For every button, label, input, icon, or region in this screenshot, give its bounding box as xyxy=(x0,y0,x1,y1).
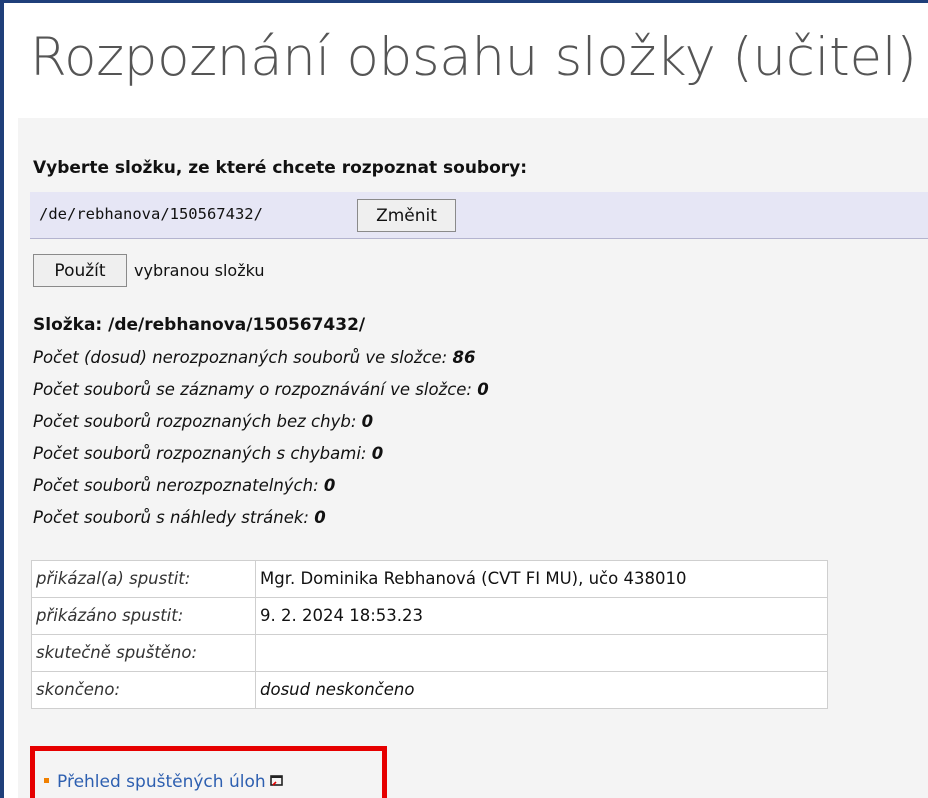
stat-label: Počet souborů s náhledy stránek: xyxy=(33,508,309,527)
table-row: skutečně spuštěno: xyxy=(31,634,828,672)
job-info-table: přikázal(a) spustit: Mgr. Dominika Rebha… xyxy=(31,560,828,709)
job-value-scheduled: 9. 2. 2024 18:53.23 xyxy=(255,597,828,635)
overview-link-item: Přehled spuštěných úloh xyxy=(44,771,284,793)
use-folder-suffix: vybranou složku xyxy=(134,261,265,280)
stat-value: 0 xyxy=(361,412,374,431)
bullet-icon xyxy=(44,777,49,783)
stat-with-records: Počet souborů se záznamy o rozpoznávání … xyxy=(33,378,489,410)
stat-value: 0 xyxy=(314,508,326,527)
external-link-icon[interactable] xyxy=(269,770,284,792)
stat-label: Počet souborů nerozpoznatelných: xyxy=(33,476,319,495)
job-label-started: skutečně spuštěno: xyxy=(31,634,256,672)
stat-value: 86 xyxy=(452,348,476,367)
stat-label: Počet souborů rozpoznaných bez chyb: xyxy=(33,412,357,431)
folder-heading: Složka: /de/rebhanova/150567432/ xyxy=(33,315,366,335)
stat-label: Počet (dosud) nerozpoznaných souborů ve … xyxy=(33,348,448,367)
job-label-scheduled: přikázáno spustit: xyxy=(31,597,256,635)
table-row: přikázal(a) spustit: Mgr. Dominika Rebha… xyxy=(31,560,828,598)
stat-value: 0 xyxy=(477,380,489,399)
stat-value: 0 xyxy=(323,476,336,495)
job-value-finished: dosud neskončeno xyxy=(255,671,828,709)
stat-unrecognizable: Počet souborů nerozpoznatelných: 0 xyxy=(33,474,489,506)
window-frame-left xyxy=(0,0,4,798)
stat-unrecognized: Počet (dosud) nerozpoznaných souborů ve … xyxy=(33,346,489,378)
job-value-started xyxy=(255,634,828,672)
folder-path: /de/rebhanova/150567432/ xyxy=(39,205,263,223)
job-value-commanded-by: Mgr. Dominika Rebhanová (CVT FI MU), učo… xyxy=(255,560,828,598)
table-row: skončeno: dosud neskončeno xyxy=(31,671,828,709)
stat-value: 0 xyxy=(371,444,384,463)
stat-with-errors: Počet souborů rozpoznaných s chybami: 0 xyxy=(33,442,489,474)
page-title: Rozpoznání obsahu složky (učitel) xyxy=(30,27,917,88)
running-jobs-overview-link[interactable]: Přehled spuštěných úloh xyxy=(57,772,266,792)
use-folder-button[interactable]: Použít xyxy=(33,254,127,287)
folder-stats-list: Počet (dosud) nerozpoznaných souborů ve … xyxy=(33,346,489,538)
folder-path-row: /de/rebhanova/150567432/ Změnit xyxy=(30,192,928,239)
stat-with-previews: Počet souborů s náhledy stránek: 0 xyxy=(33,506,489,538)
job-label-finished: skončeno: xyxy=(31,671,256,709)
table-row: přikázáno spustit: 9. 2. 2024 18:53.23 xyxy=(31,597,828,635)
window-frame-top xyxy=(0,0,928,3)
job-label-commanded-by: přikázal(a) spustit: xyxy=(31,560,256,598)
stat-without-errors: Počet souborů rozpoznaných bez chyb: 0 xyxy=(33,410,489,442)
stat-label: Počet souborů se záznamy o rozpoznávání … xyxy=(33,380,472,399)
folder-select-prompt: Vyberte složku, ze které chcete rozpozna… xyxy=(33,158,528,178)
stat-label: Počet souborů rozpoznaných s chybami: xyxy=(33,444,367,463)
change-folder-button[interactable]: Změnit xyxy=(357,199,456,232)
